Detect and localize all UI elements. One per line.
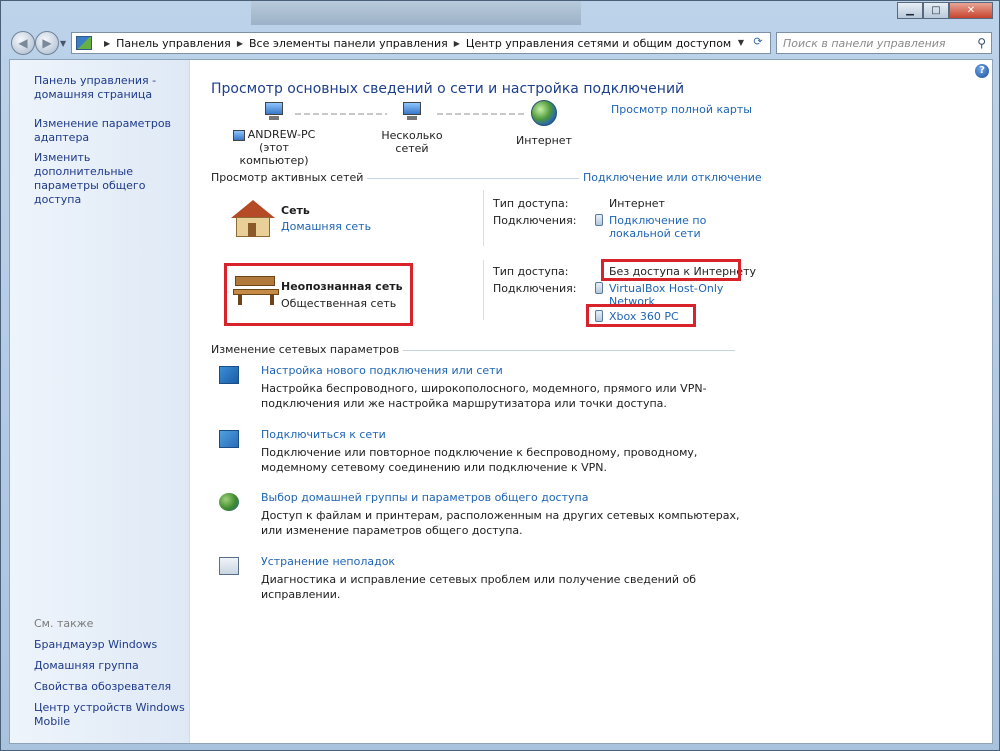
homegroup-icon [219,493,239,511]
title-bar[interactable]: ▁ □ ✕ [1,1,999,25]
window: ▁ □ ✕ ◀ ▶ ▼ ▶ Панель управления ▶ Все эл… [0,0,1000,751]
sidebar-item-homegroup[interactable]: Домашняя группа [34,659,139,673]
breadcrumb-control-panel[interactable]: Панель управления [116,37,231,50]
map-node-internet[interactable]: Интернет [509,100,579,147]
breadcrumb-all-items[interactable]: Все элементы панели управления [249,37,448,50]
map-node-this-pc: ANDREW-PC (этот компьютер) [229,102,319,167]
access-type-label: Тип доступа: [493,265,569,278]
address-dropdown-icon[interactable]: ▼ [738,38,744,47]
scrollbar[interactable] [985,82,993,282]
window-controls: ▁ □ ✕ [897,2,993,19]
connect-network-icon [219,430,239,448]
title-bar-glass [251,1,581,25]
sidebar-item-label: Изменить дополнительные [34,151,133,178]
divider [483,260,484,320]
sidebar-item-label: адаптера [34,131,90,144]
address-bar[interactable]: ▶ Панель управления ▶ Все элементы панел… [71,32,771,54]
forward-button[interactable]: ▶ [35,31,59,55]
breadcrumb-separator-icon[interactable]: ▶ [237,39,243,48]
maximize-button[interactable]: □ [923,2,949,19]
sidebar-item-label: домашняя страница [34,88,153,101]
home-network-icon [231,200,275,238]
refresh-icon[interactable]: ⟳ [749,35,767,51]
search-icon[interactable]: ⚲ [977,36,986,50]
help-icon[interactable]: ? [975,64,989,78]
main-panel: ? Просмотр основных сведений о сети и на… [191,60,993,743]
lan-connection-link[interactable]: Подключение по локальной сети [609,214,706,240]
link-line: Подключение по [609,214,707,227]
breadcrumb-separator-icon[interactable]: ▶ [104,39,110,48]
connections-label: Подключения: [493,282,577,295]
home-network-link[interactable]: Домашняя сеть [281,220,371,233]
sidebar-item-home[interactable]: Панель управления - домашняя страница [34,74,156,102]
close-button[interactable]: ✕ [949,2,993,19]
new-connection-link[interactable]: Настройка нового подключения или сети [261,364,503,377]
new-connection-icon [219,366,239,384]
page-title: Просмотр основных сведений о сети и наст… [211,81,685,97]
troubleshoot-link[interactable]: Устранение неполадок [261,555,395,568]
highlight-box [224,263,413,326]
see-also-caption: См. также [34,617,94,630]
change-settings-heading: Изменение сетевых параметров [211,343,404,356]
globe-icon [531,100,557,126]
sidebar-item-device-center[interactable]: Центр устройств Windows Mobile [34,701,185,729]
pc-name: ANDREW-PC [247,128,316,141]
local-computer-icon [232,129,245,141]
content-area: Панель управления - домашняя страница Из… [9,59,993,744]
link-line: VirtualBox Host-Only [609,282,724,295]
homegroup-link[interactable]: Выбор домашней группы и параметров общег… [261,491,588,504]
access-type-value: Интернет [609,197,665,210]
task-description: Доступ к файлам и принтерам, расположенн… [261,509,740,537]
connections-label: Подключения: [493,214,577,227]
map-node-multiple-networks[interactable]: Несколько сетей [367,102,457,155]
computer-icon [263,102,285,122]
view-full-map-link[interactable]: Просмотр полной карты [611,103,752,116]
connect-disconnect-link[interactable]: Подключение или отключение [579,171,762,184]
sidebar-item-label: Центр устройств Windows [34,701,185,714]
sidebar-item-label: Изменение параметров [34,117,172,130]
search-placeholder: Поиск в панели управления [783,36,946,50]
task-description: Диагностика и исправление сетевых пробле… [261,573,697,601]
network-adapter-icon [595,282,603,294]
connect-network-link[interactable]: Подключиться к сети [261,428,386,441]
active-networks-heading: Просмотр активных сетей [211,171,368,184]
breadcrumb-separator-icon[interactable]: ▶ [454,39,460,48]
task-description: Настройка беспроводного, широкополосного… [261,382,707,410]
control-panel-icon [76,36,92,50]
back-arrow-icon: ◀ [18,36,28,50]
sidebar-item-label: Панель управления - [34,74,157,87]
highlight-box [601,259,741,281]
breadcrumb-network-center[interactable]: Центр управления сетями и общим доступом [466,37,731,50]
pc-subtitle: (этот компьютер) [239,141,309,167]
back-button[interactable]: ◀ [11,31,35,55]
forward-arrow-icon: ▶ [42,36,52,50]
internet-label: Интернет [516,134,572,147]
minimize-button[interactable]: ▁ [897,2,923,19]
sidebar-item-sharing-settings[interactable]: Изменить дополнительные параметры общего… [34,151,189,207]
link-line: локальной сети [609,227,701,240]
networks-icon [401,102,423,122]
address-row: ◀ ▶ ▼ ▶ Панель управления ▶ Все элементы… [1,29,999,57]
sidebar-item-label: Mobile [34,715,71,728]
sidebar-item-label: параметры общего доступа [34,179,146,206]
access-type-label: Тип доступа: [493,197,569,210]
network-adapter-icon [595,214,603,226]
recent-pages-dropdown[interactable]: ▼ [60,39,66,48]
search-input[interactable]: Поиск в панели управления ⚲ [776,32,992,54]
task-description: Подключение или повторное подключение к … [261,446,698,474]
sidebar-item-internet-options[interactable]: Свойства обозревателя [34,680,171,694]
sidebar-item-adapter-settings[interactable]: Изменение параметров адаптера [34,117,171,145]
divider [483,190,484,246]
multiple-networks-label: Несколько сетей [381,129,443,155]
network-name: Сеть [281,204,310,217]
sidebar-item-firewall[interactable]: Брандмауэр Windows [34,638,157,652]
troubleshoot-icon [219,557,239,575]
highlight-box [586,304,696,327]
sidebar: Панель управления - домашняя страница Из… [10,60,190,743]
